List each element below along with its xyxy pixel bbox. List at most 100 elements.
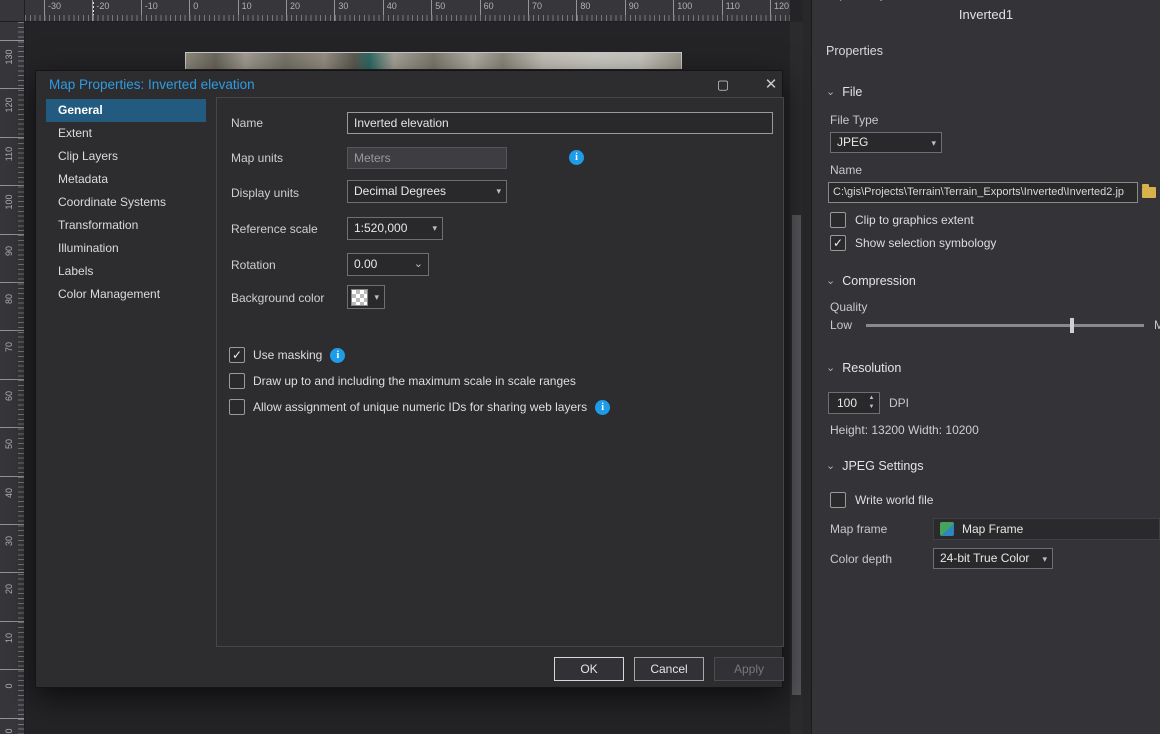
spin-up-icon[interactable]: ▲	[869, 394, 875, 403]
ruler-tick-label: 10	[4, 623, 14, 653]
background-color-picker[interactable]: ▾	[347, 285, 385, 309]
ruler-tick-label: 20	[4, 574, 14, 604]
sidebar-item-coordinate-systems[interactable]: Coordinate Systems	[46, 191, 206, 214]
ruler-major-tick	[189, 0, 190, 21]
spin-down-icon[interactable]: ▼	[869, 403, 875, 412]
dropdown-arrow-icon: ▾	[374, 286, 379, 308]
output-path-row: C:\gis\Projects\Terrain\Terrain_Exports\…	[828, 182, 1156, 203]
world-file-checkbox[interactable]	[830, 492, 846, 508]
display-units-dropdown[interactable]: Decimal Degrees ▾	[347, 180, 507, 203]
map-properties-dialog: Map Properties: Inverted elevation ▢ ✕ G…	[35, 70, 783, 688]
ruler-major-tick	[0, 137, 24, 138]
ruler-major-tick	[286, 0, 287, 21]
color-depth-value: 24-bit True Color	[940, 551, 1029, 565]
vertical-scrollbar[interactable]	[790, 22, 803, 734]
jpeg-settings-section-header[interactable]: ⌄ JPEG Settings	[826, 459, 1146, 473]
ruler-tick-label: 50	[435, 1, 445, 11]
map-frame-icon	[940, 522, 954, 536]
map-frame-dropdown[interactable]: Map Frame	[933, 518, 1160, 540]
cancel-button[interactable]: Cancel	[634, 657, 704, 681]
info-icon[interactable]: i	[595, 400, 610, 415]
name-input[interactable]: Inverted elevation	[347, 112, 773, 134]
close-icon[interactable]: ✕	[756, 75, 786, 95]
pane-title-clipped: Export Layout	[824, 0, 904, 1]
ruler-tick-label: 40	[4, 478, 14, 508]
numeric-ids-label: Allow assignment of unique numeric IDs f…	[253, 400, 587, 414]
sidebar-item-general[interactable]: General	[46, 99, 206, 122]
map-units-label: Map units	[231, 151, 283, 165]
dpi-row: 100 ▲ ▼ DPI	[828, 392, 1146, 414]
panel-divider[interactable]	[803, 0, 812, 734]
ruler-tick-label: 110	[4, 139, 14, 169]
sidebar-item-clip-layers[interactable]: Clip Layers	[46, 145, 206, 168]
rotation-combobox[interactable]: 0.00 ⌄	[347, 253, 429, 276]
sidebar-item-extent[interactable]: Extent	[46, 122, 206, 145]
map-frame-label: Map frame	[830, 522, 933, 536]
world-file-label: Write world file	[855, 493, 933, 507]
quality-slider-handle[interactable]	[1070, 318, 1074, 333]
ruler-tick-label: 0	[193, 1, 198, 11]
info-icon[interactable]: i	[569, 150, 584, 165]
ruler-major-tick	[0, 379, 24, 380]
ruler-tick-label: 80	[4, 284, 14, 314]
ruler-major-tick	[673, 0, 674, 21]
use-masking-checkbox[interactable]: ✓	[229, 347, 245, 363]
resolution-section-label: Resolution	[842, 361, 901, 375]
file-type-value: JPEG	[837, 135, 868, 149]
map-frame-value: Map Frame	[962, 522, 1023, 536]
ruler-tick-label: 130	[4, 42, 14, 72]
chevron-down-icon: ⌄	[826, 363, 835, 373]
resolution-section-header[interactable]: ⌄ Resolution	[826, 361, 1146, 375]
file-type-label: File Type	[830, 113, 1146, 127]
ruler-tick-label: 120	[4, 90, 14, 120]
reference-scale-label: Reference scale	[231, 222, 318, 236]
output-path-input[interactable]: C:\gis\Projects\Terrain\Terrain_Exports\…	[828, 182, 1138, 203]
color-depth-dropdown[interactable]: 24-bit True Color ▾	[933, 548, 1053, 569]
application-window: -30-20-100102030405060708090100110120 13…	[0, 0, 1160, 734]
ruler-major-tick	[431, 0, 432, 21]
ruler-major-tick	[0, 718, 24, 719]
ruler-major-tick	[625, 0, 626, 21]
sidebar-item-labels[interactable]: Labels	[46, 260, 206, 283]
file-section-header[interactable]: ⌄ File	[826, 85, 1146, 99]
chevron-down-icon: ⌄	[826, 276, 835, 286]
draw-max-scale-checkbox[interactable]	[229, 373, 245, 389]
dialog-title: Map Properties: Inverted elevation	[49, 77, 255, 92]
ruler-top: -30-20-100102030405060708090100110120	[25, 0, 790, 22]
ruler-major-tick	[238, 0, 239, 21]
ruler-tick-label: 30	[4, 526, 14, 556]
numeric-ids-row: Allow assignment of unique numeric IDs f…	[229, 399, 610, 415]
browse-folder-icon[interactable]	[1142, 187, 1156, 198]
ruler-tick-label: 0	[4, 671, 14, 701]
ok-button[interactable]: OK	[554, 657, 624, 681]
selection-symbology-checkbox[interactable]: ✓	[830, 235, 846, 251]
background-color-label: Background color	[231, 291, 324, 305]
ruler-tick-label: 110	[726, 1, 740, 11]
ruler-tick-label: 90	[4, 236, 14, 266]
display-units-label: Display units	[231, 186, 299, 200]
dpi-spinner[interactable]: 100 ▲ ▼	[828, 392, 880, 414]
compression-section-header[interactable]: ⌄ Compression	[826, 274, 1146, 288]
sidebar-item-metadata[interactable]: Metadata	[46, 168, 206, 191]
spinner-arrows[interactable]: ▲ ▼	[866, 394, 877, 412]
restore-icon[interactable]: ▢	[708, 75, 738, 95]
ruler-major-tick	[0, 40, 24, 41]
ruler-tick-label: -30	[48, 1, 61, 11]
ruler-tick-label: 90	[629, 1, 639, 11]
sidebar-item-transformation[interactable]: Transformation	[46, 214, 206, 237]
clip-graphics-label: Clip to graphics extent	[855, 213, 974, 227]
selection-symbology-label: Show selection symbology	[855, 236, 996, 250]
info-icon[interactable]: i	[330, 348, 345, 363]
quality-slider[interactable]	[866, 324, 1144, 327]
clip-graphics-checkbox[interactable]	[830, 212, 846, 228]
dpi-label: DPI	[889, 396, 909, 410]
reference-scale-dropdown[interactable]: 1:520,000 ▾	[347, 217, 443, 240]
file-type-dropdown[interactable]: JPEG ▾	[830, 132, 942, 153]
quality-max-label: M	[1154, 318, 1160, 332]
numeric-ids-checkbox[interactable]	[229, 399, 245, 415]
sidebar-item-illumination[interactable]: Illumination	[46, 237, 206, 260]
ruler-tick-label: 120	[774, 1, 789, 11]
ruler-tick-label: 60	[4, 381, 14, 411]
sidebar-item-color-management[interactable]: Color Management	[46, 283, 206, 306]
vertical-scrollbar-thumb[interactable]	[792, 215, 801, 695]
